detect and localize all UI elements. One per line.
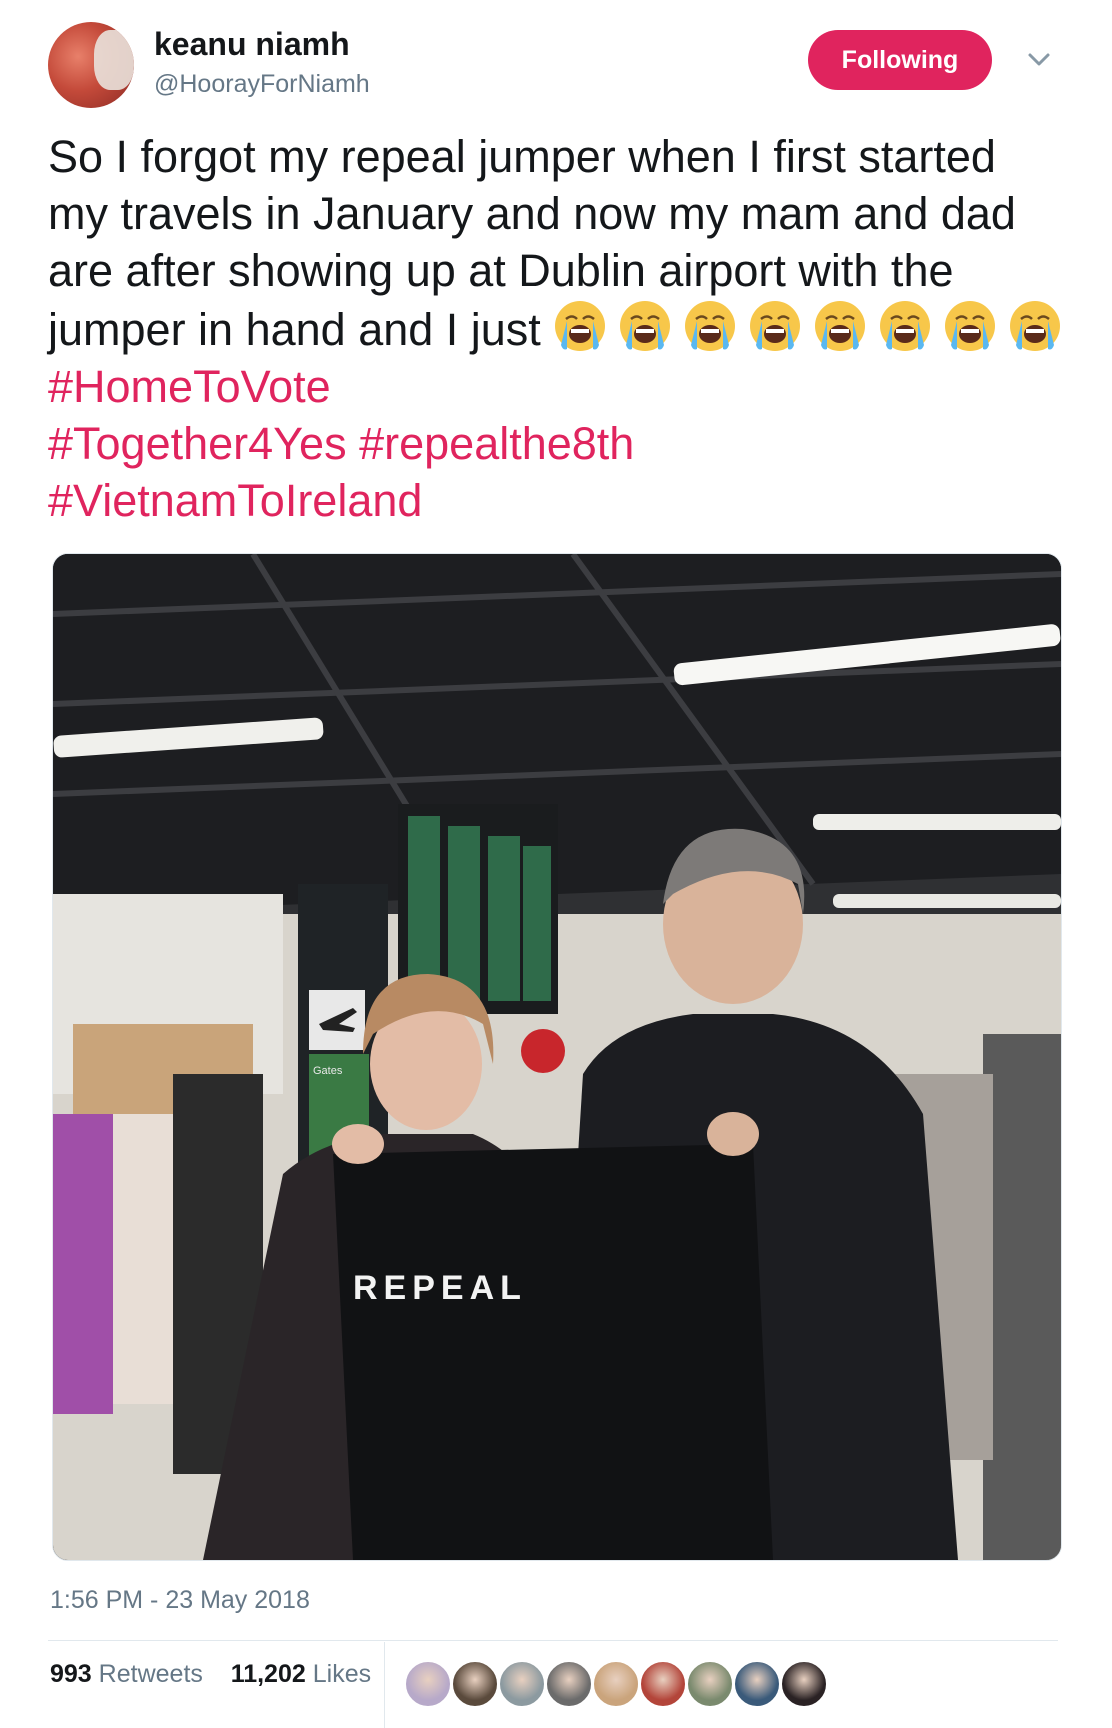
tweet-header: keanu niamh @HoorayForNiamh Following — [48, 22, 1064, 112]
loudly-crying-face-emoji — [1010, 301, 1061, 351]
avatar[interactable] — [48, 22, 134, 108]
user-handle[interactable]: @HoorayForNiamh — [154, 70, 370, 99]
divider-top — [48, 1640, 1058, 1641]
display-name[interactable]: keanu niamh — [154, 26, 350, 63]
liker-avatar[interactable] — [686, 1660, 734, 1708]
stats-separator — [384, 1642, 385, 1728]
following-button[interactable]: Following — [808, 30, 992, 90]
likes-label[interactable]: Likes — [313, 1660, 371, 1688]
liker-avatar[interactable] — [545, 1660, 593, 1708]
sign-text: Gates — [313, 1065, 343, 1077]
retweets-label[interactable]: Retweets — [99, 1660, 203, 1688]
loudly-crying-face-emoji — [685, 301, 736, 351]
hashtag-vietnam-to-ireland[interactable]: #VietnamToIreland — [48, 475, 422, 526]
liker-avatar[interactable] — [639, 1660, 687, 1708]
loudly-crying-face-emoji — [620, 301, 671, 351]
chevron-down-icon[interactable] — [1024, 44, 1054, 74]
repeal-jumper-text: REPEAL — [353, 1269, 527, 1307]
hashtag-repealthe8th[interactable]: #repealthe8th — [359, 418, 634, 469]
hashtag-home-to-vote[interactable]: #HomeToVote — [48, 361, 331, 412]
loudly-crying-face-emoji — [880, 301, 931, 351]
engagement-stats: 993 Retweets 11,202 Likes — [50, 1660, 371, 1689]
loudly-crying-face-emoji — [945, 301, 996, 351]
liker-avatar[interactable] — [404, 1660, 452, 1708]
loudly-crying-face-emoji — [815, 301, 866, 351]
liker-avatar[interactable] — [498, 1660, 546, 1708]
liker-avatar[interactable] — [592, 1660, 640, 1708]
retweets-count[interactable]: 993 — [50, 1660, 92, 1688]
liker-avatar[interactable] — [733, 1660, 781, 1708]
tweet-timestamp[interactable]: 1:56 PM - 23 May 2018 — [50, 1586, 310, 1615]
hashtag-together4yes[interactable]: #Together4Yes — [48, 418, 347, 469]
liker-avatar[interactable] — [780, 1660, 828, 1708]
tweet-photo[interactable]: Gates REPEAL — [52, 553, 1062, 1561]
loudly-crying-face-emoji — [555, 301, 606, 351]
emoji-row — [553, 301, 1062, 355]
airport-photo-illustration: Gates REPEAL — [53, 554, 1061, 1560]
liker-avatar[interactable] — [451, 1660, 499, 1708]
tweet-text: So I forgot my repeal jumper when I firs… — [48, 128, 1064, 529]
loudly-crying-face-emoji — [750, 301, 801, 351]
likes-count[interactable]: 11,202 — [231, 1660, 306, 1688]
